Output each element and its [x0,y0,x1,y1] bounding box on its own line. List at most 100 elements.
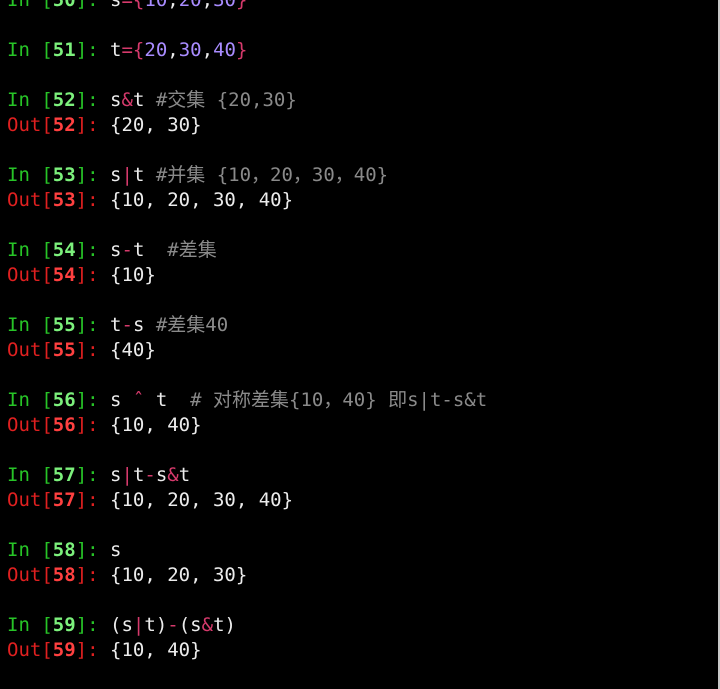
input-line: In [59]: (s|t)-(s&t) [7,613,718,638]
in-prompt-bracket-open: [ [41,39,53,61]
in-prompt-separator: : [87,89,111,111]
input-code[interactable]: s [110,539,121,561]
out-prompt-label: Out [7,639,42,661]
out-prompt-bracket-close: ] [75,564,88,586]
code-token-op: - [144,464,156,486]
code-token-cmt: #差集40 [155,314,229,336]
in-prompt-separator: : [87,314,111,336]
in-prompt-bracket-close: ] [75,89,88,111]
code-token-op: } [235,0,248,11]
in-prompt-bracket-open: [ [41,539,53,561]
code-token-code: s [110,239,122,261]
in-prompt-separator: : [87,614,111,636]
out-prompt-separator: : [87,414,111,436]
code-token-num: 40 [213,39,236,61]
code-token-code: t [110,314,122,336]
out-prompt-bracket-open: [ [41,564,53,586]
code-token-code: t [132,464,145,486]
in-prompt-label: In [7,0,30,11]
code-token-code: t [144,389,191,411]
input-code[interactable]: t={20,30,40} [110,39,247,61]
code-token-num: 20 [178,0,202,11]
out-prompt-bracket-open: [ [41,114,53,136]
out-prompt-number: 59 [52,639,76,661]
in-prompt-bracket-open: [ [41,89,53,111]
input-code[interactable]: s|t #并集 {10，20，30，40} [110,164,388,186]
input-line: In [54]: s-t #差集 [7,238,718,263]
in-prompt-separator: : [87,164,111,186]
in-prompt-label: In [7,314,30,336]
code-token-code: s [110,389,133,411]
out-prompt-number: 57 [52,489,76,511]
in-prompt-number: 59 [52,614,76,636]
in-prompt-number: 54 [52,239,76,261]
code-token-code: , [167,0,179,11]
input-line: In [51]: t={20,30,40} [7,38,718,63]
code-token-op: | [121,164,133,186]
out-prompt-label: Out [7,264,42,286]
input-code[interactable]: (s|t)-(s&t) [110,614,236,636]
in-prompt-bracket-open: [ [41,314,53,336]
in-prompt-number: 50 [52,0,76,11]
code-token-code: t [132,89,156,111]
code-token-op: ={ [121,39,145,61]
in-prompt-bracket-open: [ [41,239,53,261]
out-prompt-separator: : [87,639,111,661]
code-token-num: 20 [144,39,168,61]
input-code[interactable]: s&t #交集 {20,30} [110,89,297,111]
in-prompt-number: 51 [52,39,76,61]
in-prompt-bracket-close: ] [75,539,88,561]
in-prompt-bracket-open: [ [41,0,53,11]
code-token-code: t [178,464,191,486]
code-token-code: s [110,0,122,11]
code-token-cmt: #差集 [167,239,217,261]
input-code[interactable]: s={10,20,30} [110,0,247,11]
code-token-op: } [235,39,248,61]
output-line: Out[55]: {40} [7,338,718,363]
input-line: In [55]: t-s #差集40 [7,313,718,338]
in-prompt-bracket-close: ] [75,389,88,411]
out-prompt-bracket-close: ] [75,489,88,511]
out-prompt-separator: : [87,114,111,136]
out-prompt-number: 55 [52,339,76,361]
output-line: Out[56]: {10, 40} [7,413,718,438]
output-value: {10, 40} [110,639,202,661]
code-token-code: s [110,539,122,561]
output-value: {10, 20, 30} [110,564,248,586]
code-token-code: t [110,39,122,61]
code-token-op: - [121,239,133,261]
input-code[interactable]: s|t-s&t [110,464,190,486]
in-prompt-bracket-open: [ [41,164,53,186]
code-token-op: - [121,314,133,336]
in-prompt-label: In [7,464,30,486]
in-prompt-bracket-close: ] [75,39,88,61]
code-token-op: | [121,464,133,486]
ipython-console[interactable]: In [50]: s={10,20,30} In [51]: t={20,30,4… [0,0,720,689]
out-prompt-bracket-open: [ [41,489,53,511]
input-code[interactable]: s ˆ t # 对称差集{10，40} 即s|t-s&t [110,389,487,411]
out-prompt-bracket-close: ] [75,114,88,136]
in-prompt-bracket-close: ] [75,464,88,486]
in-prompt-label: In [7,614,30,636]
input-line: In [53]: s|t #并集 {10，20，30，40} [7,163,718,188]
output-line: Out[53]: {10, 20, 30, 40} [7,188,718,213]
input-code[interactable]: t-s #差集40 [110,314,228,336]
in-prompt-bracket-close: ] [75,239,88,261]
input-code[interactable]: s-t #差集 [110,239,217,261]
out-prompt-separator: : [87,564,111,586]
in-prompt-bracket-open: [ [41,464,53,486]
code-token-code: (s [110,614,133,636]
out-prompt-separator: : [87,339,111,361]
in-prompt-label: In [7,389,30,411]
in-prompt-bracket-open: [ [41,389,53,411]
output-line: Out[58]: {10, 20, 30} [7,563,718,588]
code-token-code: t) [144,614,168,636]
